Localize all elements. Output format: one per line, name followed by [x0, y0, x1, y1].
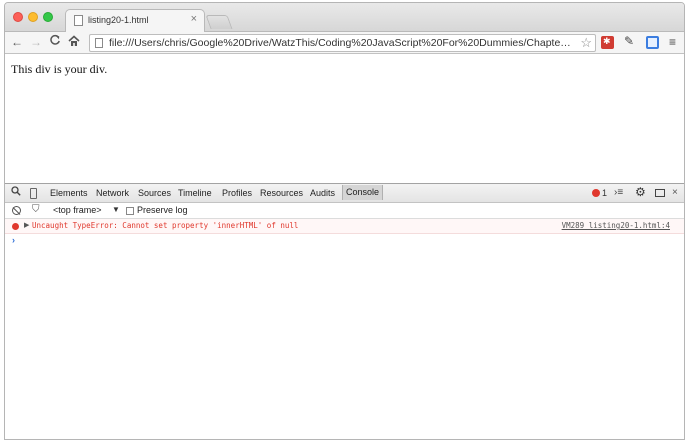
browser-window: listing20-1.html × ← → file:///Users/chr…	[4, 2, 685, 440]
console-toolbar: ⛉ <top frame> ▼ Preserve log	[5, 203, 684, 219]
device-mode-icon[interactable]	[30, 188, 37, 199]
page-icon	[74, 15, 83, 26]
filter-icon[interactable]: ⛉	[32, 204, 40, 215]
page-div-text: This div is your div.	[11, 62, 108, 76]
tab-network[interactable]: Network	[96, 188, 129, 198]
tab-timeline[interactable]: Timeline	[178, 188, 212, 198]
extension-red-icon[interactable]	[601, 36, 614, 49]
tab-sources[interactable]: Sources	[138, 188, 171, 198]
tab-elements[interactable]: Elements	[50, 188, 88, 198]
devtools-tab-bar: Elements Network Sources Timeline Profil…	[5, 184, 684, 203]
dock-side-icon[interactable]	[655, 189, 665, 197]
menu-icon[interactable]: ≡	[669, 35, 676, 49]
file-icon	[95, 38, 103, 48]
forward-icon[interactable]: →	[30, 35, 42, 49]
frame-selector[interactable]: <top frame>	[53, 205, 102, 215]
eyedropper-icon[interactable]: ✎	[624, 34, 637, 48]
bookmark-star-icon[interactable]: ☆	[580, 35, 592, 51]
error-source-link[interactable]: VM289 listing20-1.html:4	[562, 221, 670, 230]
tab-audits[interactable]: Audits	[310, 188, 335, 198]
preserve-log-label[interactable]: Preserve log	[137, 205, 188, 215]
page-content: This div is your div.	[5, 55, 684, 183]
console-drawer-icon[interactable]: ›≡	[614, 187, 623, 198]
tab-profiles[interactable]: Profiles	[222, 188, 252, 198]
back-icon[interactable]: ←	[11, 35, 23, 49]
tab-title: listing20-1.html	[88, 15, 149, 25]
window-minimize-button[interactable]	[28, 12, 38, 22]
console-prompt-icon[interactable]: ›	[12, 235, 15, 245]
window-maximize-button[interactable]	[43, 12, 53, 22]
url-text[interactable]: file:///Users/chris/Google%20Drive/WatzT…	[109, 37, 571, 49]
error-count-icon[interactable]	[592, 189, 600, 197]
address-bar[interactable]: file:///Users/chris/Google%20Drive/WatzT…	[89, 34, 596, 52]
tab-strip: listing20-1.html ×	[5, 3, 684, 33]
devtools-panel: Elements Network Sources Timeline Profil…	[5, 183, 684, 439]
tab-close-icon[interactable]: ×	[191, 13, 197, 25]
error-icon	[12, 223, 19, 230]
console-error-row[interactable]: ▶ Uncaught TypeError: Cannot set propert…	[5, 219, 684, 234]
tab-console[interactable]: Console	[342, 185, 384, 200]
dropdown-arrow-icon[interactable]: ▼	[112, 205, 120, 214]
reload-icon[interactable]	[49, 34, 61, 49]
tab-resources[interactable]: Resources	[260, 188, 303, 198]
error-message: Uncaught TypeError: Cannot set property …	[32, 221, 299, 230]
clear-console-icon[interactable]	[12, 206, 21, 215]
browser-toolbar: ← → file:///Users/chris/Google%20Drive/W…	[5, 32, 684, 54]
preserve-log-checkbox[interactable]	[126, 207, 134, 215]
window-close-button[interactable]	[13, 12, 23, 22]
close-icon[interactable]: ×	[672, 187, 678, 198]
home-icon[interactable]	[68, 35, 80, 50]
error-count[interactable]: 1	[602, 188, 607, 198]
new-tab-button[interactable]	[205, 15, 233, 29]
extension-blue-icon[interactable]	[646, 36, 659, 49]
expand-arrow-icon[interactable]: ▶	[24, 221, 29, 229]
search-icon[interactable]	[11, 186, 21, 199]
browser-tab[interactable]: listing20-1.html ×	[65, 9, 205, 33]
gear-icon[interactable]: ⚙	[635, 185, 646, 199]
